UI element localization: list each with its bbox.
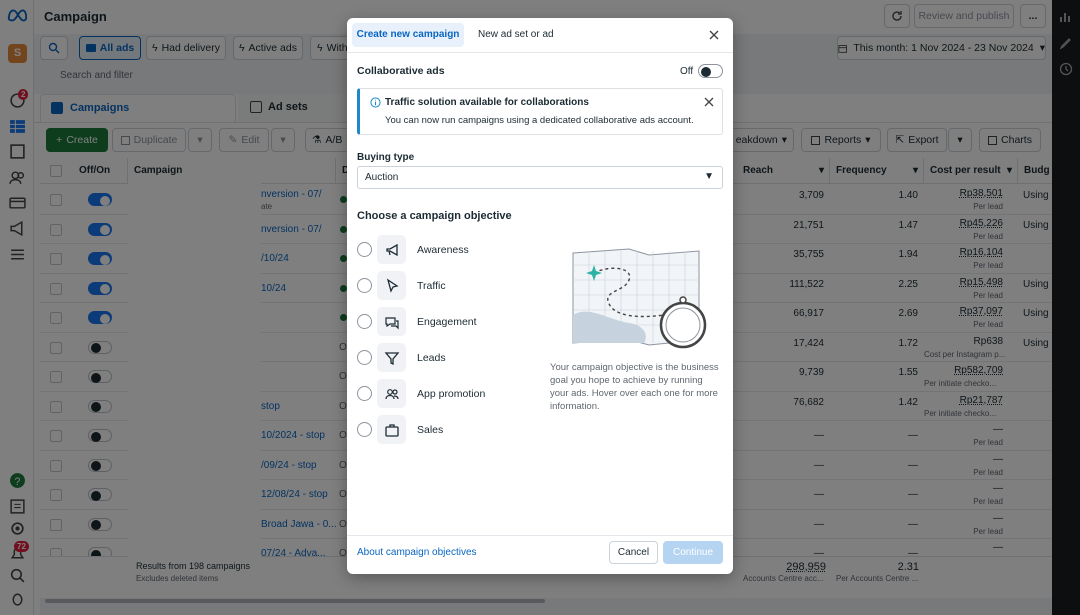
- megaphone-icon: [385, 243, 398, 256]
- about-objectives-link[interactable]: About campaign objectives: [357, 547, 477, 558]
- buying-type-value: Auction: [365, 172, 399, 183]
- collab-ads-toggle[interactable]: [698, 64, 723, 78]
- chat-icon: [384, 316, 399, 329]
- banner-body: You can now run campaigns using a dedica…: [385, 115, 694, 126]
- people-icon: [384, 388, 399, 399]
- create-campaign-dialog: Create new campaign New ad set or ad Col…: [347, 18, 733, 574]
- objective-option-traffic[interactable]: Traffic: [347, 271, 547, 301]
- buying-type-select[interactable]: Auction ▼: [357, 166, 723, 189]
- objective-label: App promotion: [417, 388, 486, 400]
- campaign-map-illustration: [572, 248, 707, 349]
- buying-type-label: Buying type: [357, 152, 415, 163]
- objective-heading: Choose a campaign objective: [357, 210, 512, 222]
- collab-banner: Traffic solution available for collabora…: [357, 88, 723, 135]
- objective-icon-box: [377, 415, 406, 444]
- cancel-button[interactable]: Cancel: [609, 541, 658, 564]
- caret-down-icon: ▼: [704, 171, 714, 182]
- divider: [347, 52, 733, 53]
- tab-new-ad-set[interactable]: New ad set or ad: [478, 29, 554, 40]
- objective-icon-box: [377, 235, 406, 264]
- tab-create-campaign[interactable]: Create new campaign: [352, 23, 464, 47]
- objective-label: Leads: [417, 352, 446, 364]
- objective-icon-box: [377, 343, 406, 372]
- banner-title: Traffic solution available for collabora…: [385, 97, 589, 108]
- objective-radio[interactable]: [357, 278, 372, 293]
- close-icon[interactable]: [708, 29, 720, 41]
- funnel-icon: [384, 351, 399, 365]
- close-icon[interactable]: [704, 97, 714, 107]
- objective-label: Awareness: [417, 244, 469, 256]
- objective-option-awareness[interactable]: Awareness: [347, 235, 547, 265]
- objective-label: Engagement: [417, 316, 477, 328]
- objective-option-sales[interactable]: Sales: [347, 415, 547, 445]
- collab-ads-label: Collaborative ads: [357, 65, 445, 77]
- info-icon: [370, 97, 381, 108]
- briefcase-icon: [384, 423, 399, 437]
- collab-ads-state: Off: [680, 66, 694, 77]
- objective-radio[interactable]: [357, 386, 372, 401]
- divider: [347, 535, 733, 536]
- objective-radio[interactable]: [357, 314, 372, 329]
- objective-option-app-promotion[interactable]: App promotion: [347, 379, 547, 409]
- objective-label: Sales: [417, 424, 444, 436]
- objective-radio[interactable]: [357, 242, 372, 257]
- objective-icon-box: [377, 271, 406, 300]
- continue-button[interactable]: Continue: [663, 541, 723, 564]
- objective-description: Your campaign objective is the business …: [550, 362, 719, 412]
- objective-option-engagement[interactable]: Engagement: [347, 307, 547, 337]
- objective-option-leads[interactable]: Leads: [347, 343, 547, 373]
- objective-radio[interactable]: [357, 350, 372, 365]
- objective-radio[interactable]: [357, 422, 372, 437]
- objective-icon-box: [377, 307, 406, 336]
- objective-icon-box: [377, 379, 406, 408]
- objective-label: Traffic: [417, 280, 446, 292]
- toggle-knob: [700, 66, 711, 77]
- cursor-icon: [386, 277, 399, 293]
